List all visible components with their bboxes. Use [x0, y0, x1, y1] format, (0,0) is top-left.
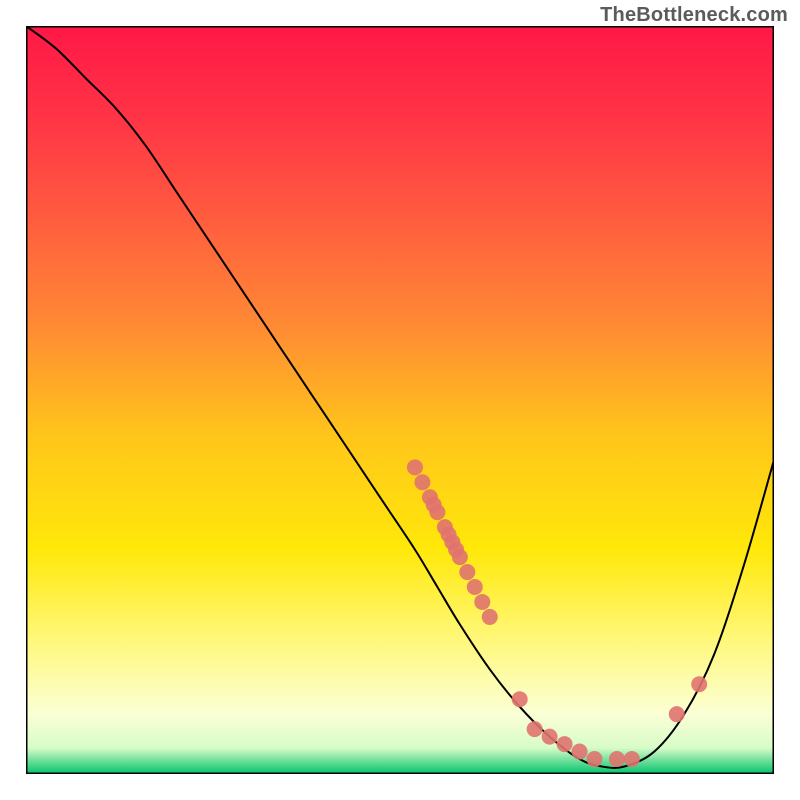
- curve-marker: [609, 751, 625, 767]
- chart-container: [26, 26, 774, 774]
- curve-marker: [542, 729, 558, 745]
- curve-marker: [429, 504, 445, 520]
- curve-marker: [572, 744, 588, 760]
- watermark-text: TheBottleneck.com: [600, 4, 788, 27]
- curve-marker: [586, 751, 602, 767]
- curve-marker: [467, 579, 483, 595]
- curve-marker: [414, 474, 430, 490]
- curve-marker: [452, 549, 468, 565]
- curve-marker: [407, 459, 423, 475]
- curve-marker: [482, 609, 498, 625]
- curve-marker: [669, 706, 685, 722]
- gradient-background: [26, 26, 774, 774]
- curve-marker: [691, 676, 707, 692]
- curve-marker: [557, 736, 573, 752]
- chart-svg: [26, 26, 774, 774]
- curve-marker: [512, 691, 528, 707]
- curve-marker: [527, 721, 543, 737]
- curve-marker: [474, 594, 490, 610]
- curve-marker: [459, 564, 475, 580]
- curve-marker: [624, 751, 640, 767]
